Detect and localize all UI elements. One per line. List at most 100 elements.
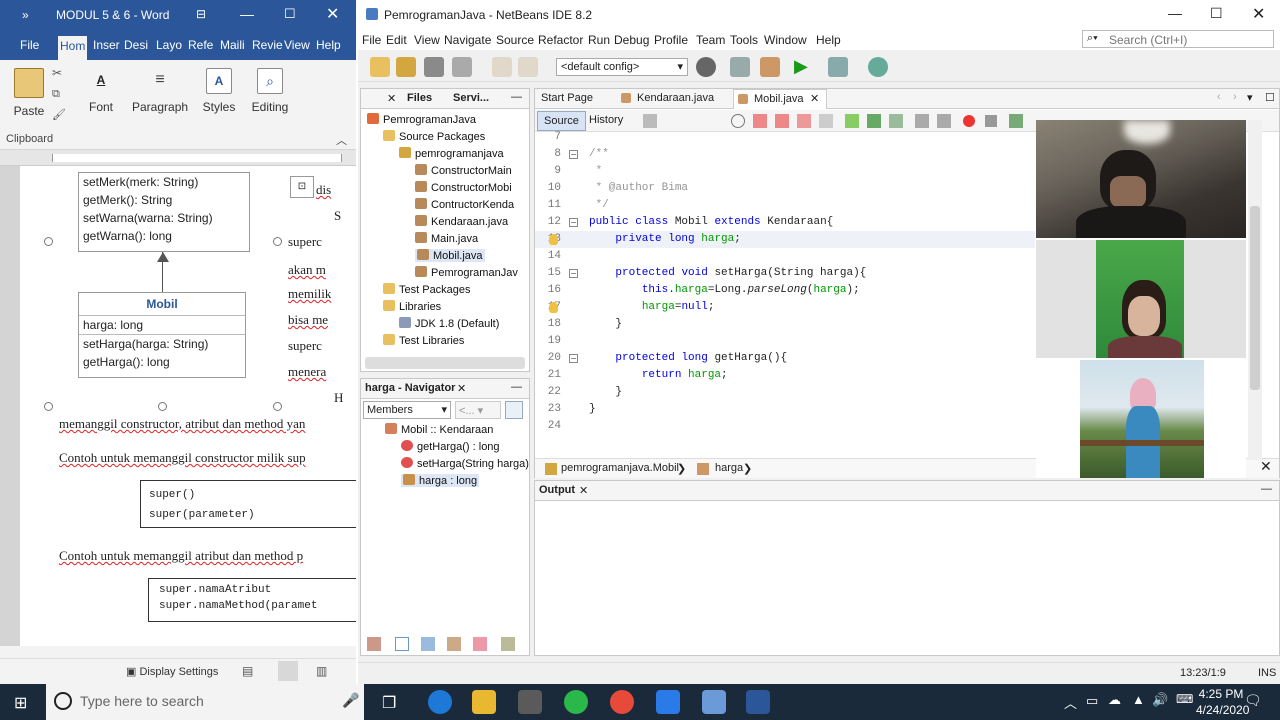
edge-icon[interactable] (428, 690, 452, 714)
tree-item[interactable]: ConstructorMain (415, 164, 512, 177)
toggle-highlight-icon[interactable] (819, 114, 833, 128)
display-settings-button[interactable]: ▣ Display Settings (126, 665, 218, 678)
tab-services[interactable]: Servi... (453, 92, 489, 104)
close-icon[interactable]: ✕ (387, 92, 396, 105)
microphone-icon[interactable]: 🎤 (342, 692, 359, 709)
close-icon[interactable]: ✕ (579, 484, 588, 497)
menu-run[interactable]: Run (588, 33, 610, 47)
filter-fields-icon[interactable] (395, 637, 409, 651)
document-page[interactable]: setMerk(merk: String) getMerk(): String … (20, 166, 356, 646)
paste-button[interactable]: Paste (6, 60, 52, 130)
close-icon[interactable]: ✕ (1260, 458, 1272, 475)
prev-bookmark-icon[interactable] (845, 114, 859, 128)
styles-button[interactable]: A Styles (198, 60, 240, 130)
horizontal-scrollbar[interactable] (365, 357, 525, 369)
tree-item[interactable]: Mobil.java (415, 249, 485, 262)
collapse-ribbon-icon[interactable]: ︿ (336, 132, 347, 148)
menu-edit[interactable]: Edit (386, 33, 407, 47)
menu-help[interactable]: Help (816, 33, 841, 47)
new-file-icon[interactable] (370, 57, 390, 77)
filter-nonpublic-icon[interactable] (447, 637, 461, 651)
copy-icon[interactable]: ⧉ (52, 88, 60, 101)
menu-profile[interactable]: Profile (654, 33, 688, 47)
members-select[interactable]: Members ▾ (363, 401, 451, 419)
taskbar-search[interactable]: Type here to search 🎤 (46, 684, 364, 720)
file-explorer-icon[interactable] (472, 690, 496, 714)
format-painter-icon[interactable]: 🖌 (52, 108, 66, 121)
tab-files[interactable]: Files (407, 92, 432, 104)
menu-view[interactable]: View (414, 33, 440, 47)
fold-icon[interactable]: − (569, 269, 578, 278)
navigator-history-select[interactable]: <... ▾ (455, 401, 501, 419)
tab-help[interactable]: Help (316, 38, 341, 52)
code-editor[interactable]: 7 8/** −9 * 10 * @author Bima 11 */12 public … (535, 131, 1035, 433)
selection-handle[interactable] (44, 237, 53, 246)
filter-static-icon[interactable] (421, 637, 435, 651)
build-icon[interactable] (730, 57, 750, 77)
read-mode-icon[interactable]: ▤ (242, 664, 253, 678)
close-icon[interactable]: ✕ (1252, 4, 1265, 24)
menu-refactor[interactable]: Refactor (538, 33, 583, 47)
cloud-icon[interactable]: ☁ (1108, 692, 1121, 708)
chevron-left-icon[interactable]: ‹ (1217, 91, 1221, 103)
menu-source[interactable]: Source (496, 33, 534, 47)
chrome-icon[interactable] (610, 690, 634, 714)
tab-history[interactable]: History (589, 114, 623, 126)
fold-icon[interactable]: − (569, 218, 578, 227)
uml-parent-methods[interactable]: setMerk(merk: String) getMerk(): String … (78, 172, 250, 252)
tree-item[interactable]: Libraries (383, 300, 441, 313)
tab-home[interactable]: Hom (58, 36, 88, 60)
debug-icon[interactable] (828, 57, 848, 77)
close-icon[interactable]: ✕ (326, 4, 339, 24)
filter-javadoc-icon[interactable] (501, 637, 515, 651)
scrollbar-thumb[interactable] (1250, 206, 1260, 390)
netbeans-icon[interactable] (702, 690, 726, 714)
clean-build-icon[interactable] (760, 57, 780, 77)
tree-item[interactable]: PemrogramanJav (415, 266, 518, 279)
chevron-down-icon[interactable]: ▾ (1247, 91, 1253, 104)
task-view-icon[interactable]: ❐ (382, 693, 396, 713)
tab-insert[interactable]: Inser (93, 38, 120, 52)
navigator-item[interactable]: harga : long (401, 474, 480, 487)
close-icon[interactable]: ✕ (810, 92, 819, 105)
tab-view[interactable]: View (284, 38, 310, 52)
find-next-icon[interactable] (775, 114, 789, 128)
global-icon[interactable] (696, 57, 716, 77)
word-icon[interactable] (746, 690, 770, 714)
record-macro-icon[interactable] (963, 115, 975, 127)
whatsapp-icon[interactable] (564, 690, 588, 714)
menu-navigate[interactable]: Navigate (444, 33, 491, 47)
notification-icon[interactable]: 🗨 (1244, 692, 1262, 709)
webcam-feed[interactable] (1036, 360, 1246, 478)
webcam-feed[interactable] (1036, 240, 1246, 358)
tree-item[interactable]: Test Packages (383, 283, 471, 296)
tree-item[interactable]: Source Packages (383, 130, 485, 143)
windows-start-icon[interactable]: ⊞ (14, 693, 27, 713)
tree-item[interactable]: JDK 1.8 (Default) (399, 317, 499, 330)
chevron-up-icon[interactable]: ︿ (1064, 693, 1077, 712)
language-icon[interactable]: ⌨ (1176, 692, 1193, 706)
selection-handle[interactable] (44, 402, 53, 411)
print-layout-icon[interactable] (278, 661, 298, 681)
vertical-scrollbar[interactable] (1248, 120, 1262, 460)
breadcrumb-item[interactable]: harga (715, 462, 743, 474)
tree-item[interactable]: PemrogramanJava (367, 113, 476, 126)
menu-team[interactable]: Team (696, 33, 725, 47)
volume-icon[interactable]: 🔊 (1152, 692, 1168, 708)
tab-mobil[interactable]: Mobil.java ✕ (733, 89, 827, 109)
tab-output[interactable]: Output (539, 484, 575, 496)
next-bookmark-icon[interactable] (867, 114, 881, 128)
tree-item[interactable]: ContructorKenda (415, 198, 514, 211)
close-icon[interactable]: ✕ (457, 382, 466, 395)
maximize-icon[interactable]: ☐ (1210, 5, 1223, 22)
tab-source[interactable]: Source (537, 111, 586, 131)
run-icon[interactable]: ▶ (794, 56, 808, 77)
editing-button[interactable]: ⌕ Editing (248, 60, 292, 130)
menu-tools[interactable]: Tools (730, 33, 758, 47)
breadcrumb-item[interactable]: pemrogramanjava.Mobil (561, 462, 679, 474)
ribbon-display-icon[interactable]: ⊟ (196, 7, 206, 21)
minimize-icon[interactable]: — (240, 6, 254, 22)
uml-class-mobil[interactable]: Mobil harga: long setHarga(harga: String… (78, 292, 246, 378)
redo-icon[interactable] (518, 57, 538, 77)
chevron-right-icon[interactable]: › (1233, 91, 1237, 103)
